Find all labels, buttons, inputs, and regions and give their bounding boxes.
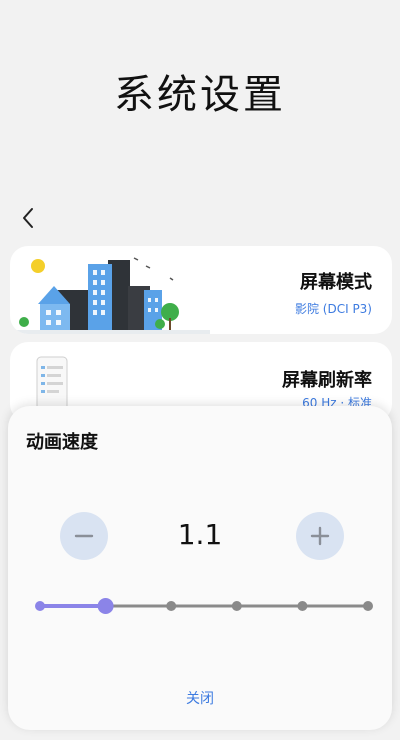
slider-step-dot [297,601,308,611]
screen-mode-value: 影院 (DCI P3) [294,302,372,316]
screen-mode-card[interactable]: 屏幕模式 影院 (DCI P3) [10,246,392,334]
screen-mode-title: 屏幕模式 [300,272,372,293]
decrease-button[interactable] [60,512,108,560]
city-illustration [10,257,210,334]
refresh-rate-title: 屏幕刷新率 [282,370,372,391]
back-button[interactable] [16,206,40,230]
slider-step-dot [35,601,45,611]
speed-value: 1.1 [177,518,223,551]
animation-speed-sheet: 动画速度 1.1 关闭 [8,406,392,730]
increase-button[interactable] [296,512,344,560]
slider-step-dot [363,601,373,611]
minus-icon [74,534,94,538]
sheet-title: 动画速度 [26,432,98,453]
slider-step-dot [231,601,242,611]
page-title: 系统设置 [114,72,286,118]
slider-step-dot [166,601,177,611]
close-button[interactable]: 关闭 [160,688,240,708]
speed-slider[interactable] [34,594,374,618]
slider-thumb[interactable] [97,598,114,614]
plus-icon [310,526,330,546]
chevron-left-icon [23,208,33,228]
